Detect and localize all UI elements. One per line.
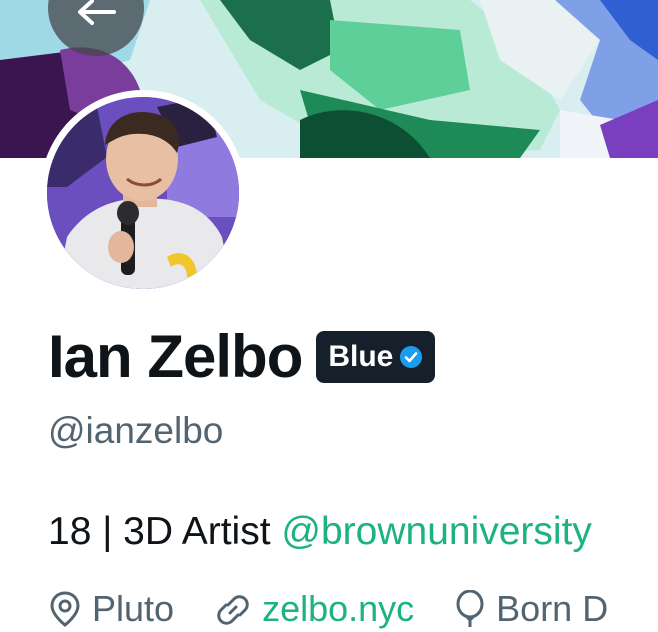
location-pin-icon xyxy=(50,591,80,627)
verified-check-icon xyxy=(400,345,423,368)
avatar-frame xyxy=(40,90,246,296)
birth-label: Born D xyxy=(496,588,609,629)
location-label: Pluto xyxy=(92,588,175,629)
profile-handle: @ianzelbo xyxy=(48,410,224,451)
profile-meta-row: Pluto zelbo.nyc Born D xyxy=(48,588,648,630)
arrow-left-icon xyxy=(78,0,116,25)
profile-bio: 18 | 3D Artist @brownuniversity xyxy=(48,510,592,554)
bio-text: 18 | 3D Artist xyxy=(48,510,282,553)
display-name: Ian Zelbo xyxy=(48,323,303,390)
blue-badge-label: Blue xyxy=(328,339,394,373)
name-row: Ian Zelbo Blue xyxy=(48,322,436,391)
blue-badge[interactable]: Blue xyxy=(316,330,436,383)
website-item[interactable]: zelbo.nyc xyxy=(214,588,414,630)
birth-item: Born D xyxy=(454,588,608,630)
bio-mention-link[interactable]: @brownuniversity xyxy=(281,510,592,553)
location-item: Pluto xyxy=(48,588,174,630)
avatar[interactable] xyxy=(47,97,239,289)
avatar-photo xyxy=(47,97,239,289)
balloon-icon xyxy=(456,590,484,627)
link-icon xyxy=(217,595,249,625)
website-link[interactable]: zelbo.nyc xyxy=(262,588,414,630)
